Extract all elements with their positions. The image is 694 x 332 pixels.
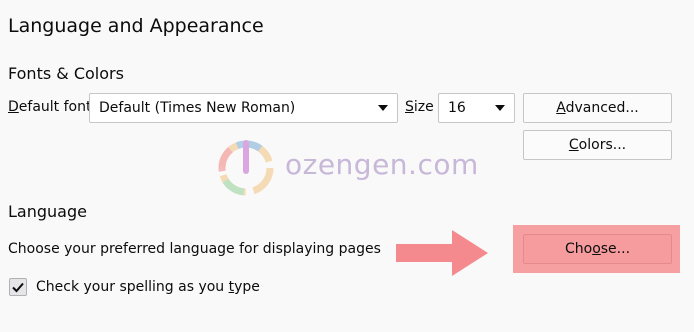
- default-font-label: Default font: [8, 99, 92, 115]
- default-font-select[interactable]: Default (Times New Roman): [89, 93, 398, 123]
- spelling-label[interactable]: Check your spelling as you type: [36, 279, 260, 295]
- language-description: Choose your preferred language for displ…: [8, 241, 381, 257]
- advanced-button[interactable]: Advanced...: [523, 93, 672, 123]
- arrow-icon: [396, 230, 488, 276]
- page-title: Language and Appearance: [8, 15, 264, 37]
- watermark-text: ozengen.com: [285, 148, 479, 181]
- fonts-colors-heading: Fonts & Colors: [8, 64, 124, 83]
- size-label: Size: [405, 99, 434, 115]
- spelling-checkbox[interactable]: [9, 278, 27, 296]
- language-heading: Language: [8, 202, 87, 221]
- default-font-value: Default (Times New Roman): [99, 100, 296, 116]
- font-size-select[interactable]: 16: [438, 93, 515, 123]
- watermark-logo-icon: [218, 140, 274, 196]
- choose-language-button[interactable]: Choose...: [523, 234, 672, 264]
- dropdown-caret-icon: [378, 105, 388, 111]
- dropdown-caret-icon: [495, 105, 505, 111]
- colors-button[interactable]: Colors...: [523, 130, 672, 160]
- checkmark-icon: [12, 282, 24, 293]
- font-size-value: 16: [448, 100, 466, 116]
